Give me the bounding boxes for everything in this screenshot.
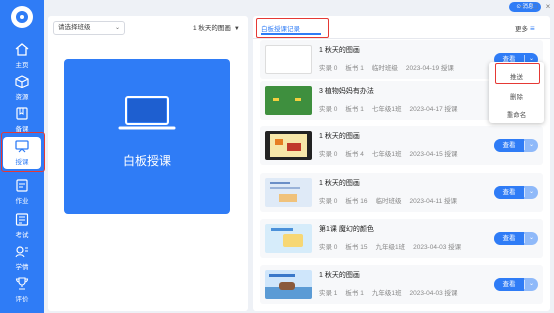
whiteboard-panel: 请选择班级 ⌄ 1 秋天的图画 ▼ 白板授课 xyxy=(48,16,248,311)
caret-down-icon: ▼ xyxy=(233,26,240,32)
record-meta: 实录 0 板书 1 七年级1班 2023-04-17 授课 xyxy=(319,106,458,113)
view-button[interactable]: 查看 ⌄ xyxy=(494,186,538,199)
record-thumbnail xyxy=(265,131,312,160)
record-thumbnail xyxy=(265,45,312,74)
menu-item-delete[interactable]: 删除 xyxy=(489,91,544,101)
laptop-icon xyxy=(118,96,176,130)
minimize-button[interactable]: – xyxy=(516,1,528,12)
chevron-down-icon[interactable]: ⌄ xyxy=(525,139,538,152)
record-item[interactable]: 1 秋天的图画 实录 0 板书 16 临时班级 2023-04-11 授课 查看 ⌄ xyxy=(260,173,543,212)
record-title: 3 植物妈妈有办法 xyxy=(319,88,374,95)
record-thumbnail xyxy=(265,224,312,253)
highlight-box-push xyxy=(495,63,540,84)
chevron-down-icon[interactable]: ⌄ xyxy=(525,278,538,291)
sidebar-item-label: 考试 xyxy=(15,232,29,239)
record-meta: 实录 0 板书 16 临时班级 2023-04-11 授课 xyxy=(319,198,458,205)
sidebar-item-homework[interactable]: 作业 xyxy=(0,176,44,208)
records-panel: 白板授课记录 更多 ≡ 1 秋天的图画 实录 0 板书 1 临时班级 2023-04-1… xyxy=(253,16,550,311)
menu-icon: ≡ xyxy=(530,24,535,33)
record-item[interactable]: 1 秋天的图画 实录 1 板书 1 九年级1班 2023-04-03 授课 查看 ⌄ xyxy=(260,265,543,304)
sidebar-item-resources[interactable]: 资源 xyxy=(0,72,44,104)
record-item[interactable]: 第1课 魔幻的颜色 实录 0 板书 15 九年级1班 2023-04-03 授课 查看… xyxy=(260,219,543,258)
cube-icon xyxy=(15,75,29,88)
chart-icon xyxy=(15,246,28,258)
sidebar-item-label: 学情 xyxy=(15,264,29,271)
divider xyxy=(253,38,550,39)
record-title: 1 秋天的图画 xyxy=(319,272,360,279)
record-meta: 实录 1 板书 1 九年级1班 2023-04-03 授课 xyxy=(319,290,458,297)
record-thumbnail xyxy=(265,270,312,299)
maximize-button[interactable]: □ xyxy=(529,1,541,12)
record-meta: 实录 0 板书 15 九年级1班 2023-04-03 授课 xyxy=(319,244,462,251)
lesson-select[interactable]: 1 秋天的图画 ▼ xyxy=(193,22,240,32)
app-logo xyxy=(11,6,33,28)
record-thumbnail xyxy=(265,178,312,207)
trophy-icon xyxy=(15,277,29,290)
whiteboard-teaching-card[interactable]: 白板授课 xyxy=(64,59,230,214)
sidebar-item-evaluation[interactable]: 评价 xyxy=(0,274,44,306)
record-thumbnail xyxy=(265,86,312,115)
lesson-select-value: 1 秋天的图画 xyxy=(193,25,231,32)
chevron-down-icon[interactable]: ⌄ xyxy=(525,232,538,245)
close-button[interactable]: × xyxy=(542,1,554,12)
sidebar-item-home[interactable]: 主页 xyxy=(0,40,44,72)
class-select[interactable]: 请选择班级 ⌄ xyxy=(53,21,125,35)
record-title: 1 秋天的图画 xyxy=(319,47,360,54)
view-button[interactable]: 查看 ⌄ xyxy=(494,232,538,245)
more-label: 更多 xyxy=(515,26,528,33)
sidebar-item-analytics[interactable]: 学情 xyxy=(0,242,44,274)
home-icon xyxy=(15,43,29,56)
homework-icon xyxy=(16,179,28,192)
more-button[interactable]: 更多 ≡ xyxy=(515,23,535,33)
record-title: 1 秋天的图画 xyxy=(319,180,360,187)
sidebar-item-label: 作业 xyxy=(15,198,29,205)
book-icon xyxy=(16,107,28,120)
chevron-down-icon[interactable]: ⌄ xyxy=(525,186,538,199)
whiteboard-card-label: 白板授课 xyxy=(122,154,171,168)
view-button[interactable]: 查看 ⌄ xyxy=(494,278,538,291)
chevron-down-icon: ⌄ xyxy=(114,25,120,31)
sidebar-item-label: 主页 xyxy=(15,62,29,69)
highlight-box-tab xyxy=(256,18,329,38)
sidebar-item-label: 资源 xyxy=(15,94,29,101)
top-bar: ⊙ 消息 – □ × xyxy=(44,0,554,13)
record-item[interactable]: 1 秋天的图画 实录 0 板书 4 七年级1班 2023-04-15 授课 查看 ⌄ xyxy=(260,126,543,165)
menu-item-rename[interactable]: 重命名 xyxy=(489,109,544,119)
record-meta: 实录 0 板书 1 临时班级 2023-04-19 授课 xyxy=(319,65,454,72)
exam-icon xyxy=(15,213,29,226)
sidebar-item-label: 评价 xyxy=(15,296,29,303)
record-title: 1 秋天的图画 xyxy=(319,133,360,140)
view-button[interactable]: 查看 ⌄ xyxy=(494,139,538,152)
highlight-box-teaching xyxy=(1,132,45,172)
sidebar-item-exam[interactable]: 考试 xyxy=(0,210,44,242)
record-meta: 实录 0 板书 4 七年级1班 2023-04-15 授课 xyxy=(319,151,458,158)
record-title: 第1课 魔幻的颜色 xyxy=(319,226,374,233)
class-select-placeholder: 请选择班级 xyxy=(58,24,91,31)
